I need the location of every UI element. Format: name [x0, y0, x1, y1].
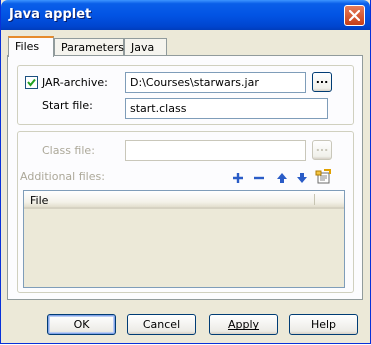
window-title: Java applet [9, 7, 92, 22]
class-file-browse-button[interactable]: ... [312, 140, 332, 160]
close-icon [349, 10, 360, 21]
jar-archive-label: JAR-archive: [42, 76, 108, 89]
checkmark-icon [27, 78, 36, 87]
cancel-button[interactable]: Cancel [127, 314, 196, 335]
move-up-icon[interactable] [275, 171, 289, 185]
jar-archive-checkbox[interactable] [25, 76, 38, 89]
additional-files-label: Additional files: [20, 170, 105, 183]
add-icon[interactable] [231, 171, 245, 185]
jar-browse-button[interactable]: ... [312, 72, 332, 92]
tab-java[interactable]: Java [124, 38, 167, 56]
tab-files[interactable]: Files [8, 36, 54, 57]
start-file-field[interactable]: start.class [125, 98, 328, 119]
additional-files-list[interactable]: File [23, 190, 345, 288]
jar-group: JAR-archive: D:\Courses\starwars.jar ...… [17, 65, 354, 125]
start-file-label: Start file: [42, 99, 93, 112]
tab-parameters-label: Parameters [61, 41, 124, 54]
apply-button[interactable]: Apply [209, 314, 278, 335]
class-file-label: Class file: [42, 144, 95, 157]
class-file-field[interactable] [125, 140, 306, 161]
column-header-file[interactable]: File [30, 194, 48, 207]
column-divider[interactable] [314, 194, 315, 205]
list-header: File [24, 191, 344, 209]
remove-icon[interactable] [252, 171, 266, 185]
title-bar[interactable]: Java applet [1, 0, 370, 30]
files-tab-panel: JAR-archive: D:\Courses\starwars.jar ...… [7, 55, 363, 300]
class-files-group: Class file: ... Additional files: File [17, 131, 354, 293]
tab-java-label: Java [131, 41, 155, 54]
close-button[interactable] [344, 5, 365, 26]
move-down-icon[interactable] [295, 171, 309, 185]
tab-files-label: Files [15, 40, 40, 53]
help-button[interactable]: Help [289, 314, 358, 335]
apply-button-label: Apply [227, 318, 260, 331]
jar-path-field[interactable]: D:\Courses\starwars.jar [125, 72, 306, 93]
dialog-window: Java applet Files Parameters Java JAR-ar… [0, 0, 371, 344]
properties-icon[interactable] [315, 169, 331, 185]
ok-button[interactable]: OK [47, 314, 116, 335]
tab-parameters[interactable]: Parameters [54, 38, 124, 56]
